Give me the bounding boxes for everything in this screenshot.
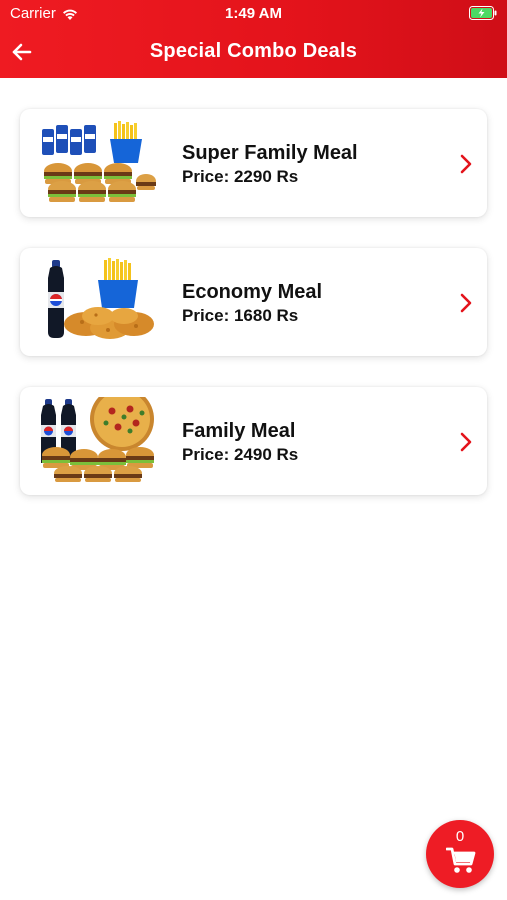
deal-image-super-family-meal	[42, 121, 156, 202]
status-time: 1:49 AM	[225, 5, 282, 22]
deal-image-family-meal	[41, 397, 154, 482]
chevron-right-icon[interactable]	[459, 431, 473, 453]
deal-card-economy-meal[interactable]: Economy Meal Price: 1680 Rs	[20, 248, 487, 356]
top-bar: Carrier 1:49 AM Special Combo Deals	[0, 0, 507, 78]
page-title: Special Combo Deals	[149, 40, 358, 62]
deal-price: Price: 2290 Rs	[182, 167, 299, 186]
deal-info: Super Family Meal Price: 2290 Rs	[182, 141, 358, 188]
battery-charging-icon	[469, 6, 497, 20]
deal-name: Economy Meal	[182, 281, 323, 303]
deal-image-economy-meal	[48, 258, 154, 339]
deal-info: Economy Meal Price: 1680 Rs	[182, 280, 322, 327]
cart-count-badge: 0	[455, 828, 465, 845]
app-header: Special Combo Deals	[0, 28, 507, 78]
deal-price: Price: 2490 Rs	[182, 445, 299, 464]
cart-button[interactable]: 0	[426, 820, 494, 888]
deal-card-family-meal[interactable]: Family Meal Price: 2490 Rs	[20, 387, 487, 495]
chevron-right-icon[interactable]	[459, 292, 473, 314]
shopping-cart-icon	[446, 847, 476, 873]
deal-card-super-family-meal[interactable]: Super Family Meal Price: 2290 Rs	[20, 109, 487, 217]
deals-list: Super Family Meal Price: 2290 Rs Economy…	[20, 109, 487, 526]
chevron-right-icon[interactable]	[459, 153, 473, 175]
deal-name: Super Family Meal	[182, 142, 358, 164]
deal-price: Price: 1680 Rs	[182, 306, 299, 325]
app-screen: Carrier 1:49 AM Special Combo Deals Supe…	[0, 0, 507, 900]
deal-info: Family Meal Price: 2490 Rs	[182, 419, 298, 466]
status-bar: Carrier 1:49 AM	[0, 0, 507, 28]
deal-name: Family Meal	[182, 420, 296, 442]
